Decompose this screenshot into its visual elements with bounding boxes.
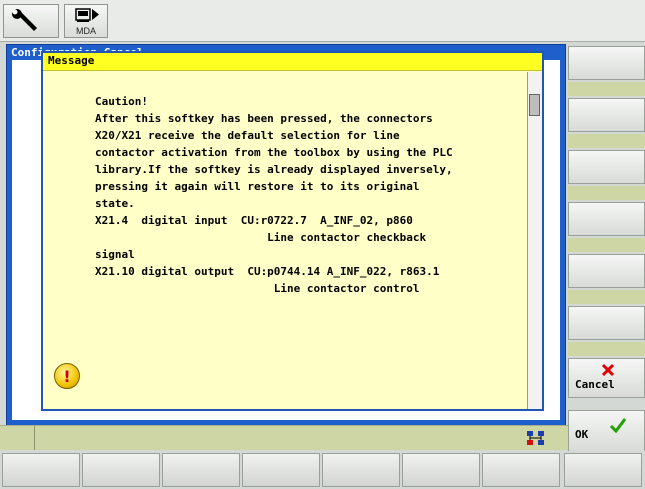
wrench-icon bbox=[12, 9, 37, 31]
dialog-scrollbar[interactable] bbox=[527, 72, 542, 409]
network-icon bbox=[527, 431, 544, 445]
wrench-button[interactable] bbox=[3, 4, 59, 38]
softkey-v6[interactable] bbox=[568, 306, 645, 340]
ok-button[interactable]: OK bbox=[568, 410, 645, 452]
cancel-label: Cancel bbox=[575, 378, 615, 391]
softkey-separator bbox=[568, 342, 645, 356]
mda-label: MDA bbox=[76, 26, 96, 36]
softkey-h1[interactable] bbox=[2, 453, 80, 487]
message-dialog: Message Caution! After this softkey has … bbox=[41, 51, 544, 411]
softkey-v3[interactable] bbox=[568, 150, 645, 184]
softkey-v1[interactable] bbox=[568, 46, 645, 80]
softkey-h8[interactable] bbox=[564, 453, 642, 487]
dialog-title-bar: Message bbox=[43, 53, 542, 71]
softkey-separator bbox=[568, 134, 645, 148]
scrollbar-thumb[interactable] bbox=[529, 94, 540, 116]
status-bar bbox=[0, 425, 568, 450]
horizontal-softkeys bbox=[0, 451, 645, 489]
softkey-h7[interactable] bbox=[482, 453, 560, 487]
mda-button[interactable]: MDA bbox=[64, 4, 108, 38]
cancel-button[interactable]: Cancel bbox=[568, 358, 645, 398]
softkey-separator bbox=[568, 290, 645, 304]
dialog-title: Message bbox=[48, 54, 95, 67]
softkey-h5[interactable] bbox=[322, 453, 400, 487]
warning-exclamation-icon: ! bbox=[54, 363, 80, 389]
softkey-v5[interactable] bbox=[568, 254, 645, 288]
dialog-message: Caution! After this softkey has been pre… bbox=[95, 95, 453, 295]
softkey-h4[interactable] bbox=[242, 453, 320, 487]
status-divider bbox=[34, 426, 35, 450]
monitor-arrow-icon bbox=[75, 8, 99, 22]
softkey-h2[interactable] bbox=[82, 453, 160, 487]
top-toolbar: MDA bbox=[0, 0, 645, 42]
softkey-v2[interactable] bbox=[568, 98, 645, 132]
red-x-icon bbox=[601, 363, 615, 377]
softkey-separator bbox=[568, 186, 645, 200]
softkey-h3[interactable] bbox=[162, 453, 240, 487]
softkey-v4[interactable] bbox=[568, 202, 645, 236]
ok-label: OK bbox=[575, 428, 589, 441]
softkey-h6[interactable] bbox=[402, 453, 480, 487]
green-check-icon bbox=[609, 418, 627, 433]
softkey-separator bbox=[568, 82, 645, 96]
softkey-separator bbox=[568, 238, 645, 252]
